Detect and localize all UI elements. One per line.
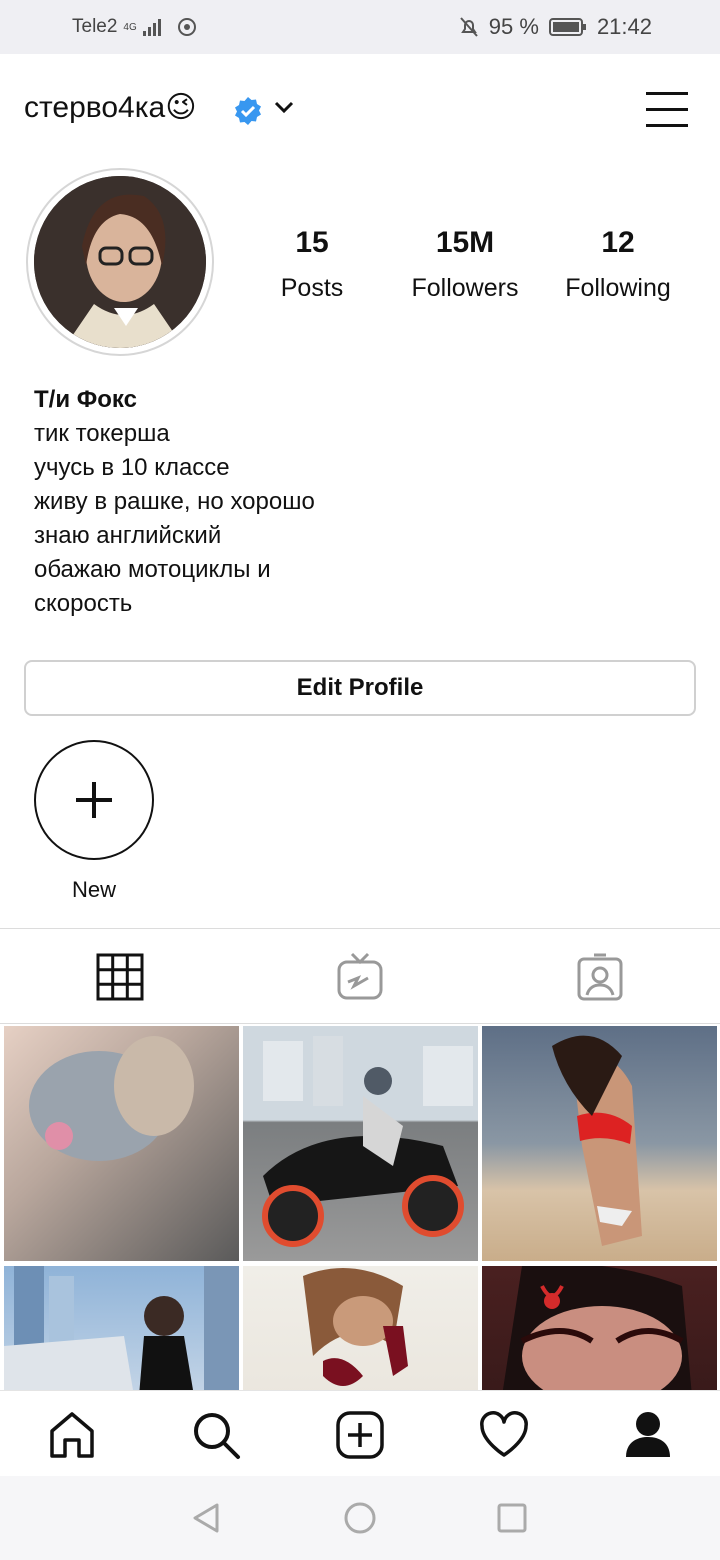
recents-icon [497, 1503, 527, 1533]
posts-label: Posts [280, 274, 344, 302]
system-back[interactable] [186, 1498, 226, 1538]
battery-percent: 95 % [488, 14, 539, 39]
carrier-label: Tele2 [72, 16, 118, 37]
account-switcher[interactable]: стерво4ка😉 [24, 90, 197, 125]
nav-home[interactable] [44, 1407, 100, 1463]
photo-grid [0, 1026, 720, 1390]
bell-off-icon [460, 17, 478, 37]
bio-line: обажаю мотоциклы и [34, 556, 271, 583]
system-nav-bar [0, 1476, 720, 1560]
photo-image [552, 1035, 642, 1246]
home-circle-icon [344, 1502, 376, 1534]
new-highlight-label: New [71, 877, 116, 902]
grid-photo[interactable] [482, 1026, 717, 1261]
add-post-icon [336, 1411, 384, 1459]
grid-photo[interactable] [243, 1266, 478, 1390]
status-left: Tele2 4G [72, 16, 197, 38]
bio-line: тик токерша [34, 420, 170, 447]
grid-icon [96, 953, 144, 1001]
bio-line: знаю английский [34, 522, 222, 549]
tagged-icon [577, 953, 623, 1001]
posts-value: 15 [295, 226, 329, 259]
clock: 21:42 [596, 14, 652, 39]
nav-search[interactable] [188, 1407, 244, 1463]
chrome-icon [177, 18, 196, 36]
edit-profile-button[interactable]: Edit Profile [24, 660, 696, 716]
grid-photo[interactable] [243, 1026, 478, 1261]
avatar[interactable] [34, 176, 206, 348]
username-label: стерво4ка😉 [24, 91, 197, 124]
tab-tagged[interactable] [570, 949, 630, 1005]
photo-image [4, 1266, 239, 1390]
following-value: 12 [601, 226, 635, 259]
nav-activity[interactable] [476, 1407, 532, 1463]
bio-line: учусь в 10 классе [34, 454, 230, 481]
new-highlight-button[interactable] [34, 740, 154, 860]
bio-line: живу в рашке, но хорошо [34, 488, 315, 515]
avatar-image [34, 176, 206, 348]
network-type: 4G [123, 21, 137, 33]
followers-count[interactable]: 15M Followers [385, 226, 545, 303]
display-name: Т/и Фокс [34, 386, 137, 413]
photo-image [502, 1263, 692, 1390]
bottom-nav [0, 1390, 720, 1476]
status-right: 95 % 21:42 [459, 14, 652, 40]
photo-image [262, 1036, 473, 1247]
grid-photo[interactable] [4, 1026, 239, 1261]
system-home[interactable] [340, 1498, 380, 1538]
heart-icon [480, 1411, 528, 1457]
followers-value: 15M [435, 226, 495, 259]
plus-icon [76, 782, 112, 818]
following-count[interactable]: 12 Following [538, 226, 698, 303]
tab-grid[interactable] [90, 949, 150, 1005]
following-label: Following [565, 274, 671, 302]
home-icon [50, 1412, 94, 1458]
followers-label: Followers [411, 274, 519, 302]
profile-tabs [0, 928, 720, 1024]
menu-button[interactable] [646, 92, 690, 128]
nav-create[interactable] [332, 1407, 388, 1463]
verified-badge-icon [235, 97, 261, 125]
photo-image [303, 1268, 408, 1386]
nav-profile[interactable] [620, 1407, 676, 1463]
tab-igtv[interactable] [330, 949, 390, 1005]
chevron-down-icon[interactable] [272, 97, 296, 117]
signal-icon [142, 18, 161, 36]
battery-icon [548, 18, 586, 36]
system-recents[interactable] [492, 1498, 532, 1538]
search-icon [194, 1413, 240, 1459]
posts-count[interactable]: 15 Posts [232, 226, 392, 303]
status-bar: Tele2 4G 95 % 21:42 [0, 0, 720, 54]
back-icon [193, 1503, 219, 1533]
grid-photo[interactable] [4, 1266, 239, 1390]
bio-line: скорость [34, 590, 133, 617]
profile-icon [626, 1412, 670, 1457]
profile-header: стерво4ка😉 [0, 54, 720, 164]
igtv-icon [337, 952, 383, 1000]
grid-photo[interactable] [482, 1263, 717, 1390]
photo-image [29, 1036, 194, 1161]
bio: Т/и Фокс тик токерша учусь в 10 классе ж… [34, 383, 315, 621]
